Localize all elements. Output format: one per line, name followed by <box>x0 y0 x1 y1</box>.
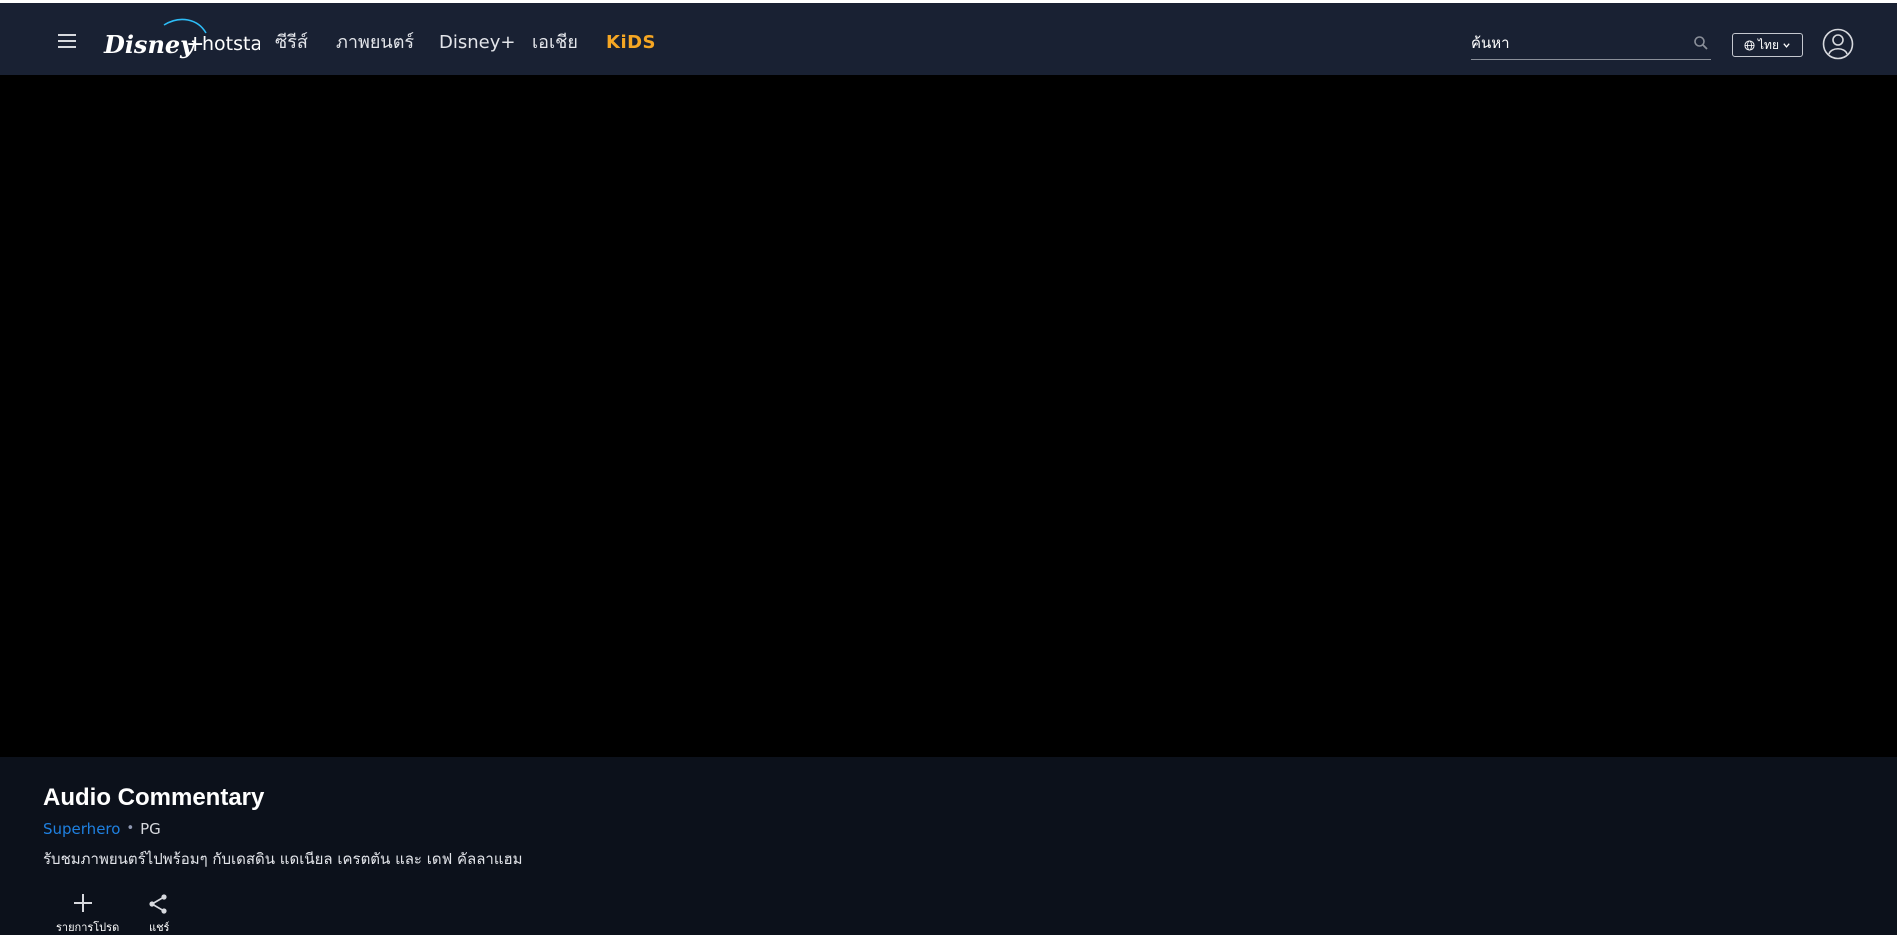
nav-disney-plus[interactable]: Disney+ <box>439 32 515 54</box>
video-player[interactable] <box>0 75 1897 757</box>
rating-badge: PG <box>140 820 161 838</box>
share-icon[interactable] <box>148 893 168 915</box>
language-label: ไทย <box>1758 37 1779 52</box>
genre-link[interactable]: Superhero <box>43 818 120 840</box>
nav-kids[interactable]: KiDS <box>606 32 656 54</box>
brand-logo[interactable]: Disney + hotstar <box>102 13 270 61</box>
language-selector[interactable]: ไทย <box>1732 33 1803 57</box>
globe-icon <box>1744 39 1755 51</box>
share-label[interactable]: แชร์ <box>149 921 169 935</box>
add-to-watchlist-icon[interactable] <box>73 893 93 913</box>
search-box <box>1471 29 1711 60</box>
chevron-down-icon <box>1783 42 1790 48</box>
search-input[interactable] <box>1471 29 1681 57</box>
svg-text:hotstar: hotstar <box>202 33 260 55</box>
nav-movies[interactable]: ภาพยนตร์ <box>336 32 414 54</box>
search-icon[interactable] <box>1693 35 1709 51</box>
watchlist-label[interactable]: รายการโปรด <box>56 921 119 935</box>
nav-series[interactable]: ซีรีส์ <box>275 32 308 54</box>
content-meta: Superhero • PG <box>43 818 161 840</box>
svg-text:Disney: Disney <box>103 30 196 59</box>
nav-asia[interactable]: เอเชีย <box>532 32 578 54</box>
content-title: Audio Commentary <box>43 784 265 811</box>
content-description: รับชมภาพยนตร์ไปพร้อมๆ กับเดสดิน แดเนียล … <box>43 850 523 868</box>
menu-icon[interactable] <box>56 32 80 50</box>
top-navbar: Disney + hotstar ซีรีส์ ภาพยนตร์ Disney+… <box>0 3 1897 75</box>
profile-icon[interactable] <box>1822 28 1854 60</box>
meta-separator: • <box>126 821 135 836</box>
